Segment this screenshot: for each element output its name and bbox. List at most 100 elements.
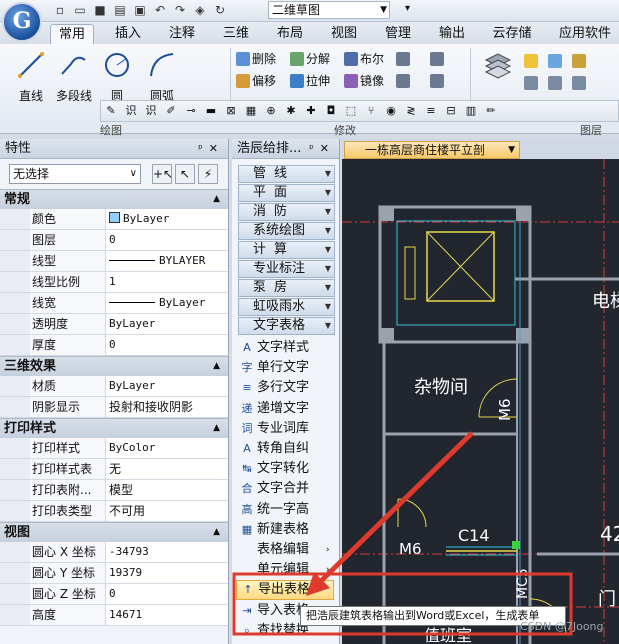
open-folder-icon[interactable]: ▭ — [72, 2, 88, 18]
menu-category-fire[interactable]: 消防 ▼ — [238, 203, 335, 221]
property-row[interactable]: 阴影显示 投射和接收阴影 — [0, 397, 228, 418]
tab-output[interactable]: 输出 — [432, 24, 472, 44]
tool-item[interactable]: ⌕ 查找替换 — [240, 621, 309, 641]
layer-state-tool[interactable] — [524, 52, 538, 70]
tool-item[interactable]: 合文字合并 — [240, 479, 310, 499]
layer-match-tool[interactable] — [524, 74, 538, 92]
menu-category-text-table[interactable]: 文字表格 ▼ — [238, 317, 335, 335]
tool-item[interactable]: 高统一字高 — [240, 500, 310, 520]
valve-icon[interactable]: ⊠ — [222, 102, 240, 120]
property-row[interactable]: 打印样式 ByColor — [0, 438, 228, 459]
menu-category-plan[interactable]: 平面 ▼ — [238, 184, 335, 202]
property-value[interactable]: ByLayer — [106, 293, 228, 313]
property-value[interactable]: BYLAYER — [106, 251, 228, 271]
tool-item[interactable]: 单元编辑 › — [240, 560, 330, 580]
property-row[interactable]: 打印表附... 模型 — [0, 480, 228, 501]
tab-3d[interactable]: 三维 — [216, 24, 256, 44]
tool-item[interactable]: 词专业词库 — [240, 419, 310, 439]
array-tool[interactable] — [396, 50, 410, 68]
tool-item[interactable]: ↑ 导出表格 — [236, 580, 334, 601]
refresh-icon[interactable]: ↻ — [212, 2, 228, 18]
property-value[interactable]: 0 — [106, 335, 228, 355]
collapse-icon[interactable]: ▲ — [213, 419, 220, 438]
menu-category-siphon-rain[interactable]: 虹吸雨水 ▼ — [238, 298, 335, 316]
tab-annotate[interactable]: 注释 — [162, 24, 202, 44]
zigzag-icon[interactable]: ≷ — [402, 102, 420, 120]
pin-icon[interactable]: ᵖ — [309, 142, 320, 155]
close-icon[interactable]: ✕ — [320, 142, 335, 155]
property-row[interactable]: 线型 BYLAYER — [0, 251, 228, 272]
property-value[interactable]: 不可用 — [106, 501, 228, 521]
polyline-tool[interactable]: 多段线 — [52, 50, 96, 104]
property-value[interactable]: ByLayer — [106, 209, 228, 229]
select-objects-button[interactable]: ↖ — [175, 164, 195, 184]
quick-select-button[interactable]: ⚡ — [198, 164, 218, 184]
property-row[interactable]: 图层 0 — [0, 230, 228, 251]
fillet-tool[interactable] — [396, 72, 410, 90]
tool-item[interactable]: A 转角自纠 — [240, 439, 309, 459]
property-row[interactable]: 高度 14671 — [0, 605, 228, 626]
property-row[interactable]: 透明度 ByLayer — [0, 314, 228, 335]
tool-item[interactable]: ↹ 文字转化 — [240, 459, 309, 479]
circle-dot-icon[interactable]: ◉ — [382, 102, 400, 120]
property-group-view[interactable]: 视图 ▲ — [0, 522, 228, 542]
pen-icon[interactable]: ✐ — [162, 102, 180, 120]
offset-tool[interactable]: 偏移 — [236, 72, 276, 90]
undo-icon[interactable]: ↶ — [152, 2, 168, 18]
copy-tool[interactable] — [430, 50, 444, 68]
tab-manage[interactable]: 管理 — [378, 24, 418, 44]
tab-apps[interactable]: 应用软件 — [554, 24, 616, 44]
property-row[interactable]: 圆心 Z 坐标 0 — [0, 584, 228, 605]
property-group-general[interactable]: 常规 ▲ — [0, 189, 228, 209]
property-value[interactable]: ByColor — [106, 438, 228, 458]
explode-tool[interactable]: 分解 — [290, 50, 330, 68]
tool-item[interactable]: 递递增文字 — [240, 399, 310, 419]
property-group-effects-3d[interactable]: 三维效果 ▲ — [0, 356, 228, 376]
layer-lock-tool[interactable] — [572, 52, 586, 70]
layer-freeze-tool[interactable] — [548, 52, 562, 70]
app-logo[interactable]: G — [2, 2, 42, 42]
collapse-icon[interactable]: ▲ — [213, 523, 220, 542]
equal-icon[interactable]: ≡ — [422, 102, 440, 120]
drawing-canvas[interactable]: 杂物间 电梯 M6 M6 C14 MC5 42 门 值班室 — [342, 159, 619, 644]
close-icon[interactable]: ✕ — [209, 142, 224, 155]
property-value[interactable]: 无 — [106, 459, 228, 479]
pin-icon[interactable]: ᵖ — [198, 142, 209, 155]
property-value[interactable]: ByLayer — [106, 376, 228, 396]
rect-icon[interactable]: ▬ — [202, 102, 220, 120]
tab-insert[interactable]: 插入 — [108, 24, 148, 44]
property-row[interactable]: 材质 ByLayer — [0, 376, 228, 397]
stretch-tool[interactable]: 拉伸 — [290, 72, 330, 90]
property-row[interactable]: 圆心 X 坐标 -34793 — [0, 542, 228, 563]
property-row[interactable]: 打印表类型 不可用 — [0, 501, 228, 522]
print-icon[interactable]: ▣ — [132, 2, 148, 18]
collapse-icon[interactable]: ▲ — [213, 190, 220, 209]
tab-view[interactable]: 视图 — [324, 24, 364, 44]
document-tab[interactable]: 一栋高层商住楼平立剖 ▼ — [344, 141, 520, 159]
grid-icon[interactable]: ▦ — [242, 102, 260, 120]
layer-off-tool[interactable] — [572, 74, 586, 92]
workspace-select[interactable]: 二维草图 ▼ — [268, 1, 390, 19]
erase-tool[interactable]: 删除 — [236, 50, 276, 68]
target-icon[interactable]: ⊕ — [262, 102, 280, 120]
tool-item[interactable]: ≡ 多行文字 — [240, 378, 309, 398]
move-tool[interactable] — [430, 72, 444, 90]
menu-category-annotation[interactable]: 专业标注 ▼ — [238, 260, 335, 278]
table-icon[interactable]: ▥ — [462, 102, 480, 120]
redo-icon[interactable]: ↷ — [172, 2, 188, 18]
camera-icon[interactable]: ◘ — [322, 102, 340, 120]
box-icon[interactable]: ⬚ — [342, 102, 360, 120]
property-value[interactable]: ByLayer — [106, 314, 228, 334]
tool-item[interactable]: ⇥ 导入表格 — [240, 601, 309, 621]
pipe-icon[interactable]: ⊸ — [182, 102, 200, 120]
property-value[interactable]: 1 — [106, 272, 228, 292]
line-tool[interactable]: 直线 — [12, 50, 50, 104]
menu-category-system-drawing[interactable]: 系统绘图 ▼ — [238, 222, 335, 240]
tool-item[interactable]: A 文字样式 — [240, 338, 309, 358]
strike-icon[interactable]: ⊟ — [442, 102, 460, 120]
property-group-print-style[interactable]: 打印样式 ▲ — [0, 418, 228, 438]
boolean-tool[interactable]: 布尔 — [344, 50, 384, 68]
property-row[interactable]: 厚度 0 — [0, 335, 228, 356]
property-value[interactable]: 0 — [106, 584, 228, 604]
fork-icon[interactable]: ⑂ — [362, 102, 380, 120]
